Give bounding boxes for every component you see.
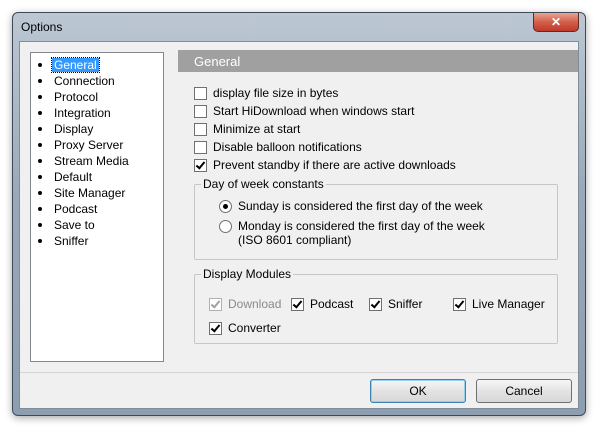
nav-item-label: Connection bbox=[54, 73, 115, 88]
title-bar[interactable]: Options ✕ bbox=[13, 13, 585, 41]
options-dialog: Options ✕ General Connection Protocol In… bbox=[12, 12, 586, 416]
nav-item-sniffer[interactable]: Sniffer bbox=[37, 233, 90, 248]
radio-monday-first[interactable]: Monday is considered the first day of th… bbox=[219, 219, 485, 247]
module-download: Download bbox=[209, 297, 281, 311]
module-podcast[interactable]: Podcast bbox=[291, 297, 353, 311]
option-file-size-bytes[interactable]: display file size in bytes bbox=[194, 86, 338, 100]
display-modules-group: Display Modules Download Podcast Sniffer… bbox=[194, 267, 558, 344]
nav-item-stream-media[interactable]: Stream Media bbox=[37, 153, 131, 168]
nav-item-label: Default bbox=[54, 169, 93, 184]
nav-item-general[interactable]: General bbox=[37, 56, 100, 73]
option-minimize-at-start[interactable]: Minimize at start bbox=[194, 122, 300, 136]
group-title: Day of week constants bbox=[201, 177, 326, 191]
day-of-week-group: Day of week constants Sunday is consider… bbox=[194, 177, 558, 260]
radio-label: Sunday is considered the first day of th… bbox=[238, 199, 483, 213]
bullet-icon bbox=[38, 126, 42, 131]
nav-item-podcast[interactable]: Podcast bbox=[37, 201, 99, 216]
bullet-icon bbox=[38, 190, 42, 195]
nav-item-site-manager[interactable]: Site Manager bbox=[37, 185, 127, 200]
nav-item-proxy-server[interactable]: Proxy Server bbox=[37, 137, 125, 152]
module-label: Download bbox=[228, 297, 282, 311]
nav-item-connection[interactable]: Connection bbox=[37, 73, 117, 88]
nav-item-label: Save to bbox=[54, 217, 95, 232]
option-label: Start HiDownload when windows start bbox=[213, 104, 415, 118]
nav-item-protocol[interactable]: Protocol bbox=[37, 89, 100, 104]
checkbox[interactable] bbox=[453, 297, 466, 311]
group-title: Display Modules bbox=[201, 267, 294, 281]
module-label: Converter bbox=[228, 321, 281, 335]
category-list: General Connection Protocol Integration … bbox=[30, 52, 164, 362]
option-label: Minimize at start bbox=[213, 122, 301, 136]
radio-sunday-first[interactable]: Sunday is considered the first day of th… bbox=[219, 199, 483, 213]
cancel-button[interactable]: Cancel bbox=[476, 379, 572, 403]
ok-button[interactable]: OK bbox=[370, 379, 466, 403]
window-title: Options bbox=[21, 20, 63, 34]
checkbox[interactable] bbox=[194, 122, 207, 136]
checkbox[interactable] bbox=[194, 158, 207, 172]
module-live-manager[interactable]: Live Manager bbox=[453, 297, 545, 311]
nav-item-label: Site Manager bbox=[54, 185, 126, 200]
bullet-icon bbox=[38, 222, 42, 227]
option-label: Disable balloon notifications bbox=[213, 140, 362, 154]
nav-item-display[interactable]: Display bbox=[37, 121, 95, 136]
module-label: Live Manager bbox=[472, 297, 545, 311]
checkbox[interactable] bbox=[369, 297, 382, 311]
checkbox[interactable] bbox=[194, 86, 207, 100]
bullet-icon bbox=[38, 110, 42, 115]
nav-item-integration[interactable]: Integration bbox=[37, 105, 113, 120]
option-disable-balloon[interactable]: Disable balloon notifications bbox=[194, 140, 362, 154]
module-converter[interactable]: Converter bbox=[209, 321, 281, 335]
nav-item-label: Integration bbox=[54, 105, 111, 120]
checkbox[interactable] bbox=[291, 297, 304, 311]
nav-item-label: General bbox=[51, 56, 100, 73]
checkbox bbox=[209, 297, 222, 311]
bullet-icon bbox=[38, 174, 42, 179]
checkbox[interactable] bbox=[209, 321, 222, 335]
bullet-icon bbox=[38, 158, 42, 163]
radio-label: Monday is considered the first day of th… bbox=[238, 219, 485, 247]
button-bar-divider bbox=[20, 372, 578, 373]
iso-note: (ISO 8601 compliant) bbox=[238, 233, 352, 247]
bullet-icon bbox=[38, 206, 42, 211]
nav-item-label: Proxy Server bbox=[54, 137, 124, 152]
dialog-client-area: General Connection Protocol Integration … bbox=[19, 41, 579, 409]
radio-button[interactable] bbox=[219, 200, 232, 213]
section-title: General bbox=[194, 54, 241, 69]
option-label: Prevent standby if there are active down… bbox=[213, 158, 456, 172]
bullet-icon bbox=[38, 238, 42, 243]
module-label: Podcast bbox=[310, 297, 354, 311]
bullet-icon bbox=[38, 94, 42, 99]
bullet-icon bbox=[38, 78, 42, 83]
nav-item-label: Podcast bbox=[54, 201, 98, 216]
nav-item-label: Display bbox=[54, 121, 94, 136]
close-icon: ✕ bbox=[550, 15, 562, 29]
checkbox[interactable] bbox=[194, 104, 207, 118]
module-sniffer[interactable]: Sniffer bbox=[369, 297, 422, 311]
nav-item-default[interactable]: Default bbox=[37, 169, 94, 184]
monday-text: Monday is considered the first day of th… bbox=[238, 219, 485, 233]
nav-item-save-to[interactable]: Save to bbox=[37, 217, 97, 232]
module-label: Sniffer bbox=[388, 297, 423, 311]
radio-button[interactable] bbox=[219, 220, 232, 233]
close-button[interactable]: ✕ bbox=[533, 13, 579, 32]
option-label: display file size in bytes bbox=[213, 86, 339, 100]
section-header: General bbox=[178, 50, 578, 72]
option-start-with-windows[interactable]: Start HiDownload when windows start bbox=[194, 104, 414, 118]
checkbox[interactable] bbox=[194, 140, 207, 154]
nav-item-label: Protocol bbox=[54, 89, 99, 104]
nav-item-label: Sniffer bbox=[54, 233, 89, 248]
bullet-icon bbox=[38, 142, 42, 147]
option-prevent-standby[interactable]: Prevent standby if there are active down… bbox=[194, 158, 456, 172]
nav-item-label: Stream Media bbox=[54, 153, 129, 168]
bullet-icon bbox=[38, 62, 42, 67]
